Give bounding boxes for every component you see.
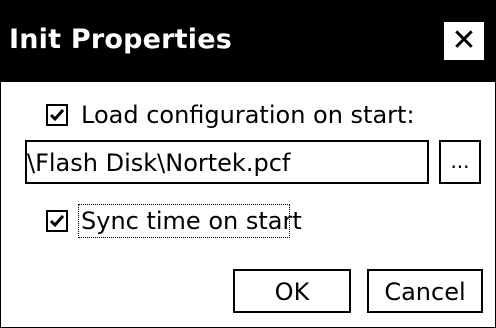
close-icon: ✕ (451, 23, 477, 58)
sync-time-checkbox[interactable] (46, 210, 68, 232)
ok-button[interactable]: OK (233, 269, 351, 313)
checkmark-icon (49, 215, 65, 228)
config-path-value: \Flash Disk\Nortek.pcf (27, 149, 291, 177)
title-bar: Init Properties ✕ (1, 1, 495, 82)
init-properties-dialog: Init Properties ✕ Load configuration on … (0, 0, 496, 328)
window-title: Init Properties (9, 24, 232, 55)
load-config-label[interactable]: Load configuration on start: (81, 100, 415, 130)
cancel-button[interactable]: Cancel (367, 269, 483, 313)
cancel-button-label: Cancel (384, 278, 466, 306)
close-button[interactable]: ✕ (443, 21, 485, 61)
sync-time-label[interactable]: Sync time on start (81, 206, 302, 236)
load-config-checkbox[interactable] (46, 104, 68, 126)
config-path-input[interactable]: \Flash Disk\Nortek.pcf (25, 140, 429, 184)
checkmark-icon (49, 109, 65, 122)
ok-button-label: OK (274, 278, 310, 306)
browse-button[interactable]: ... (439, 140, 481, 184)
browse-label: ... (450, 149, 470, 173)
